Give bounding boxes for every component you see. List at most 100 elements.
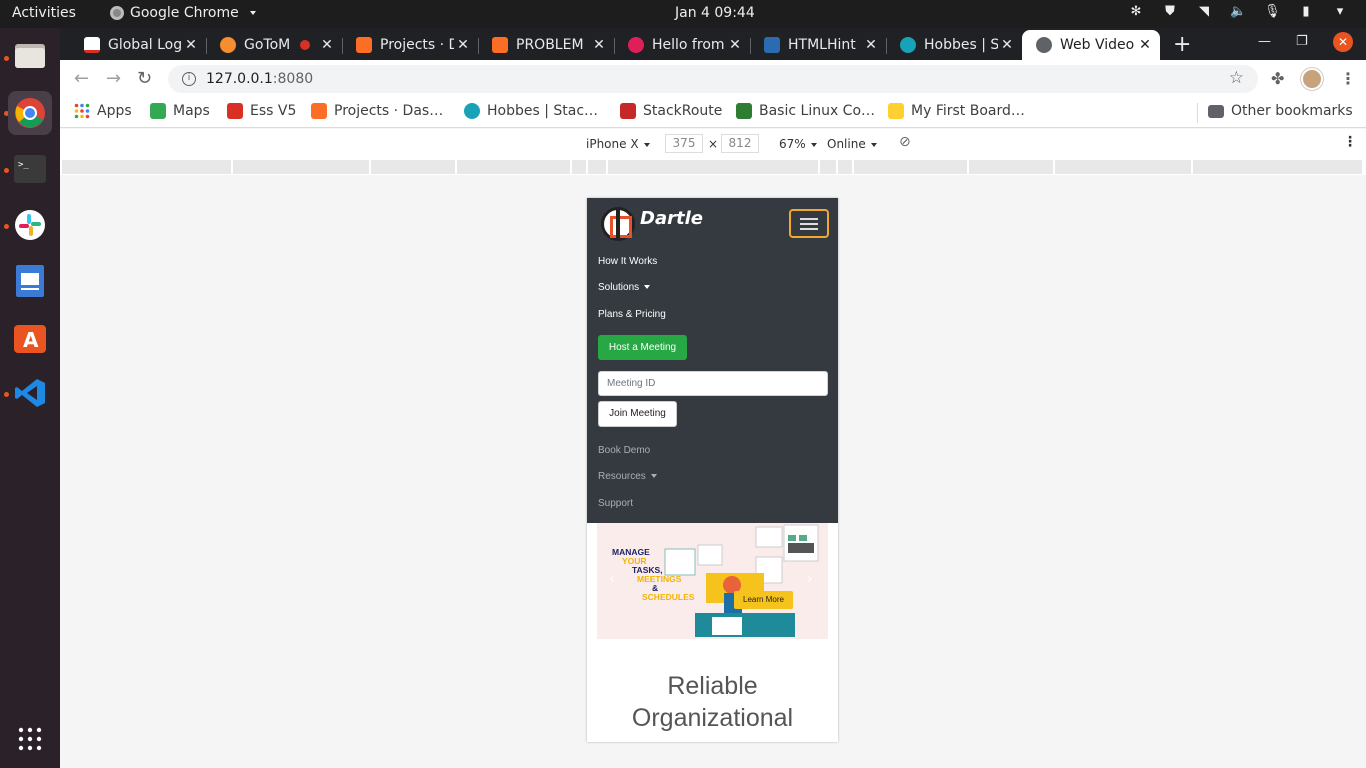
nav-plans-pricing[interactable]: Plans & Pricing — [598, 309, 666, 320]
media-query-bar[interactable] — [60, 159, 1366, 175]
tab-projects[interactable]: Projects · D ✕ — [342, 30, 478, 60]
nav-support[interactable]: Support — [598, 498, 633, 509]
other-bookmarks-label: Other bookmarks — [1231, 103, 1353, 119]
app-menu[interactable]: Google Chrome — [110, 5, 256, 21]
shield-icon[interactable]: ⛊ — [1162, 4, 1178, 20]
clock[interactable]: Jan 4 09:44 — [675, 5, 755, 21]
device-width-input[interactable]: 375 — [665, 134, 703, 153]
menu-kebab-icon[interactable]: ⋮ — [1340, 69, 1356, 88]
terminal-icon[interactable]: >_ — [8, 147, 52, 191]
bookmark-apps[interactable]: Apps — [74, 103, 132, 119]
close-icon[interactable]: ✕ — [454, 37, 472, 53]
hero-carousel[interactable]: MANAGE YOUR TASKS, MEETINGS & SCHEDULES … — [597, 523, 828, 639]
close-icon[interactable]: ✕ — [862, 37, 880, 53]
avatar[interactable] — [1301, 68, 1323, 90]
gmail-icon — [84, 37, 100, 53]
wifi-icon[interactable]: ◥ — [1196, 4, 1212, 20]
volume-icon[interactable]: 🔈 — [1230, 4, 1246, 20]
host-meeting-button[interactable]: Host a Meeting — [598, 335, 687, 360]
slack-icon — [628, 37, 644, 53]
show-applications-icon[interactable] — [8, 717, 52, 761]
url-text[interactable]: 127.0.0.1:8080 — [206, 71, 313, 87]
address-bar[interactable]: i 127.0.0.1:8080 ☆ — [168, 65, 1258, 93]
tab-web-video[interactable]: Web Video ✕ — [1022, 30, 1160, 60]
system-tray: ✻ ⛊ ◥ 🔈 🎙 ▮ ▾ — [1128, 4, 1348, 20]
zoom-select[interactable]: 67% — [779, 137, 817, 151]
microphone-icon[interactable]: 🎙 — [1264, 4, 1281, 20]
tab-problem[interactable]: PROBLEM ✕ — [478, 30, 614, 60]
nav-solutions[interactable]: Solutions — [598, 282, 651, 293]
document-viewer-icon[interactable] — [8, 259, 52, 303]
close-icon[interactable]: ✕ — [318, 37, 336, 53]
rotate-icon[interactable]: ⊘ — [899, 134, 911, 150]
gitlab-icon — [311, 103, 327, 119]
emulated-viewport: Dartle How It Works Solutions Plans & Pr… — [587, 198, 838, 742]
bookmark-maps[interactable]: Maps — [150, 103, 210, 119]
bookmark-label: Hobbes | Stac… — [487, 103, 599, 119]
software-center-icon[interactable]: A — [8, 315, 52, 359]
slack-icon[interactable] — [8, 203, 52, 247]
bookmarks-bar: Apps Maps Ess V5 Projects · Das… Hobbes … — [60, 98, 1366, 128]
close-icon[interactable]: ✕ — [998, 37, 1016, 53]
ubuntu-dock: >_ A — [0, 28, 60, 768]
reload-icon[interactable]: ↻ — [137, 68, 152, 89]
bookmark-label: My First Board… — [911, 103, 1025, 119]
tab-hobbes[interactable]: Hobbes | S ✕ — [886, 30, 1022, 60]
learn-more-button[interactable]: Learn More — [734, 591, 793, 609]
tab-label: Hobbes | S — [924, 37, 998, 53]
other-bookmarks[interactable]: Other bookmarks — [1208, 103, 1353, 119]
hero-heading: Reliable Organizational — [631, 672, 794, 732]
power-menu-icon[interactable]: ▾ — [1332, 4, 1348, 20]
join-meeting-button[interactable]: Join Meeting — [598, 401, 677, 427]
device-height-input[interactable]: 812 — [721, 134, 759, 153]
tab-gmail[interactable]: Global Log ✕ — [70, 30, 206, 60]
bookmark-star-icon[interactable]: ☆ — [1229, 68, 1244, 88]
restore-icon[interactable]: ❐ — [1296, 34, 1308, 49]
minimize-icon[interactable]: — — [1258, 34, 1271, 49]
carousel-next-icon[interactable]: › — [807, 571, 813, 587]
tab-gotomeeting[interactable]: GoToM ✕ — [206, 30, 342, 60]
close-icon[interactable]: ✕ — [590, 37, 608, 53]
meeting-id-input[interactable]: Meeting ID — [598, 371, 828, 396]
device-select[interactable]: iPhone X — [586, 137, 650, 151]
nav-resources[interactable]: Resources — [598, 471, 657, 482]
tab-htmlhint[interactable]: HTMLHint ✕ — [750, 30, 886, 60]
miro-icon — [888, 103, 904, 119]
close-icon[interactable]: ✕ — [182, 37, 200, 53]
carousel-prev-icon[interactable]: ‹ — [609, 571, 615, 587]
activities-button[interactable]: Activities — [12, 5, 76, 21]
gitlab-icon — [492, 37, 508, 53]
more-options-icon[interactable]: ⋮ — [1343, 134, 1357, 150]
close-icon[interactable]: ✕ — [726, 37, 744, 53]
bookmark-ess[interactable]: Ess V5 — [227, 103, 296, 119]
forward-icon[interactable]: → — [106, 68, 121, 89]
bookmark-my-first-board[interactable]: My First Board… — [888, 103, 1025, 119]
close-icon[interactable]: ✕ — [1136, 37, 1154, 53]
nav-book-demo[interactable]: Book Demo — [598, 445, 650, 456]
battery-icon[interactable]: ▮ — [1298, 4, 1314, 20]
back-icon[interactable]: ← — [74, 68, 89, 89]
extensions-icon[interactable]: ✤ — [1271, 69, 1284, 88]
chrome-icon[interactable] — [8, 91, 52, 135]
navbar-toggler-button[interactable] — [789, 209, 829, 238]
dimension-separator: × — [708, 137, 719, 151]
site-info-icon[interactable]: i — [182, 72, 196, 86]
tab-label: Global Log — [108, 37, 182, 53]
slack-tray-icon[interactable]: ✻ — [1128, 4, 1144, 20]
bookmark-hobbes[interactable]: Hobbes | Stac… — [464, 103, 598, 119]
window-close-icon[interactable]: ✕ — [1333, 32, 1353, 52]
new-tab-button[interactable]: + — [1173, 32, 1191, 57]
nav-how-it-works[interactable]: How It Works — [598, 256, 657, 267]
tab-strip: Global Log ✕ GoToM ✕ Projects · D ✕ PROB… — [60, 28, 1366, 60]
logo-icon[interactable] — [601, 207, 635, 241]
tab-hello[interactable]: Hello from ✕ — [614, 30, 750, 60]
recording-icon — [300, 40, 310, 50]
bookmark-basic-linux[interactable]: Basic Linux Co… — [736, 103, 875, 119]
bookmark-stackroute[interactable]: StackRoute — [620, 103, 722, 119]
vscode-icon[interactable] — [8, 371, 52, 415]
bookmark-projects[interactable]: Projects · Das… — [311, 103, 443, 119]
bookmark-label: Maps — [173, 103, 210, 119]
files-icon[interactable] — [8, 34, 52, 78]
brand-name[interactable]: Dartle — [640, 208, 703, 229]
network-throttle-select[interactable]: Online — [827, 137, 877, 151]
